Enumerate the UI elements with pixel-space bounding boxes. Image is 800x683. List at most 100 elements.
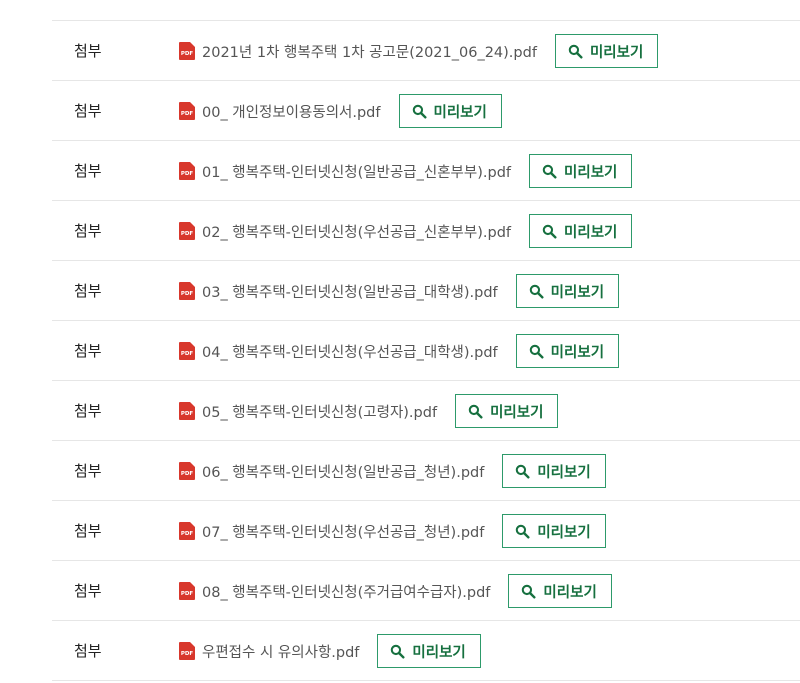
preview-button-label: 미리보기 <box>537 524 591 541</box>
attachment-row: 첨부 PDF 02_ 행복주택-인터넷신청(우선공급_신혼부부).pdf 미리보… <box>52 201 800 261</box>
attachment-label: 첨부 <box>74 222 102 240</box>
pdf-file-icon: PDF <box>179 522 195 540</box>
preview-button[interactable]: 미리보기 <box>515 334 620 368</box>
pdf-icon-text: PDF <box>180 470 194 477</box>
attachment-row: 첨부 PDF 00_ 개인정보이용동의서.pdf 미리보기 <box>52 81 800 141</box>
attachment-row: 첨부 PDF 우편접수 시 유의사항.pdf 미리보기 <box>52 621 800 681</box>
file-download-link[interactable]: 07_ 행복주택-인터넷신청(우선공급_청년).pdf <box>202 521 484 542</box>
preview-button-label: 미리보기 <box>550 344 605 361</box>
pdf-file-icon: PDF <box>179 402 195 420</box>
pdf-file-icon: PDF <box>179 42 195 60</box>
file-cell: PDF 06_ 행복주택-인터넷신청(일반공급_청년).pdf 미리보기 <box>179 441 606 501</box>
preview-button-label: 미리보기 <box>564 164 618 181</box>
file-download-link[interactable]: 05_ 행복주택-인터넷신청(고령자).pdf <box>202 401 437 422</box>
file-cell: PDF 03_ 행복주택-인터넷신청(일반공급_대학생).pdf 미리보기 <box>179 261 620 321</box>
file-cell: PDF 00_ 개인정보이용동의서.pdf 미리보기 <box>179 81 502 141</box>
preview-button[interactable]: 미리보기 <box>515 274 620 308</box>
preview-button-label: 미리보기 <box>412 644 466 661</box>
pdf-file-icon: PDF <box>179 642 195 660</box>
preview-button-label: 미리보기 <box>589 44 644 61</box>
search-icon <box>516 524 530 539</box>
pdf-icon-text: PDF <box>180 590 194 597</box>
search-icon <box>529 284 544 299</box>
attachment-label: 첨부 <box>74 582 102 600</box>
pdf-icon-text: PDF <box>180 530 194 537</box>
pdf-icon-text: PDF <box>180 290 194 297</box>
attachment-label: 첨부 <box>74 342 102 360</box>
preview-button[interactable]: 미리보기 <box>502 454 606 488</box>
preview-button-label: 미리보기 <box>543 584 597 601</box>
pdf-icon-text: PDF <box>180 170 194 177</box>
pdf-icon-text: PDF <box>180 650 194 657</box>
pdf-file-icon: PDF <box>179 282 195 300</box>
search-icon <box>542 164 557 179</box>
search-icon <box>468 404 483 419</box>
file-download-link[interactable]: 08_ 행복주택-인터넷신청(주거급여수급자).pdf <box>202 581 490 602</box>
file-cell: PDF 2021년 1차 행복주택 1차 공고문(2021_06_24).pdf… <box>179 21 659 81</box>
attachment-row: 첨부 PDF 06_ 행복주택-인터넷신청(일반공급_청년).pdf 미리보기 <box>52 441 800 501</box>
attachment-label: 첨부 <box>74 282 102 300</box>
file-download-link[interactable]: 우편접수 시 유의사항.pdf <box>202 641 359 662</box>
attachment-label: 첨부 <box>74 162 102 180</box>
pdf-file-icon: PDF <box>179 582 195 600</box>
file-cell: PDF 02_ 행복주택-인터넷신청(우선공급_신혼부부).pdf 미리보기 <box>179 201 633 261</box>
pdf-file-icon: PDF <box>179 162 195 180</box>
pdf-file-icon: PDF <box>179 462 195 480</box>
file-download-link[interactable]: 2021년 1차 행복주택 1차 공고문(2021_06_24).pdf <box>202 41 537 62</box>
attachment-label: 첨부 <box>74 42 102 60</box>
preview-button[interactable]: 미리보기 <box>377 634 481 668</box>
attachment-label: 첨부 <box>74 102 102 120</box>
attachment-list: 첨부 PDF 2021년 1차 행복주택 1차 공고문(2021_06_24).… <box>52 0 800 683</box>
preview-button-label: 미리보기 <box>564 224 618 241</box>
attachment-label: 첨부 <box>74 642 102 660</box>
file-download-link[interactable]: 01_ 행복주택-인터넷신청(일반공급_신혼부부).pdf <box>202 161 511 182</box>
preview-button[interactable]: 미리보기 <box>398 94 502 128</box>
file-cell: PDF 우편접수 시 유의사항.pdf 미리보기 <box>179 621 481 681</box>
pdf-file-icon: PDF <box>179 222 195 240</box>
preview-button[interactable]: 미리보기 <box>554 34 659 68</box>
pdf-icon-text: PDF <box>180 50 194 57</box>
pdf-icon-text: PDF <box>180 410 194 417</box>
file-cell: PDF 08_ 행복주택-인터넷신청(주거급여수급자).pdf 미리보기 <box>179 561 612 621</box>
preview-button[interactable]: 미리보기 <box>455 394 559 428</box>
file-cell: PDF 01_ 행복주택-인터넷신청(일반공급_신혼부부).pdf 미리보기 <box>179 141 633 201</box>
pdf-file-icon: PDF <box>179 102 195 120</box>
attachment-row: 첨부 PDF 08_ 행복주택-인터넷신청(주거급여수급자).pdf 미리보기 <box>52 561 800 621</box>
preview-button[interactable]: 미리보기 <box>508 574 612 608</box>
preview-button[interactable]: 미리보기 <box>502 514 606 548</box>
file-cell: PDF 04_ 행복주택-인터넷신청(우선공급_대학생).pdf 미리보기 <box>179 321 620 381</box>
preview-button-label: 미리보기 <box>537 464 591 481</box>
file-download-link[interactable]: 06_ 행복주택-인터넷신청(일반공급_청년).pdf <box>202 461 484 482</box>
attachment-row: 첨부 PDF 2021년 1차 행복주택 1차 공고문(2021_06_24).… <box>52 21 800 81</box>
attachment-label: 첨부 <box>74 402 102 420</box>
search-icon <box>542 224 557 239</box>
attachment-row: 첨부 PDF 03_ 행복주택-인터넷신청(일반공급_대학생).pdf 미리보기 <box>52 261 800 321</box>
search-icon <box>391 644 405 659</box>
pdf-file-icon: PDF <box>179 342 195 360</box>
file-cell: PDF 05_ 행복주택-인터넷신청(고령자).pdf 미리보기 <box>179 381 559 441</box>
preview-button[interactable]: 미리보기 <box>529 154 633 188</box>
attachment-row: 첨부 PDF 04_ 행복주택-인터넷신청(우선공급_대학생).pdf 미리보기 <box>52 321 800 381</box>
search-icon <box>522 584 536 599</box>
pdf-icon-text: PDF <box>180 110 194 117</box>
attachment-label: 첨부 <box>74 522 102 540</box>
search-icon <box>516 464 530 479</box>
pdf-icon-text: PDF <box>180 350 194 357</box>
preview-button-label: 미리보기 <box>490 404 544 421</box>
preview-button-label: 미리보기 <box>550 284 605 301</box>
file-download-link[interactable]: 04_ 행복주택-인터넷신청(우선공급_대학생).pdf <box>202 341 498 362</box>
preview-button[interactable]: 미리보기 <box>529 214 633 248</box>
preview-button-label: 미리보기 <box>433 104 487 121</box>
search-icon <box>529 344 544 359</box>
attachment-row: 첨부 PDF 01_ 행복주택-인터넷신청(일반공급_신혼부부).pdf 미리보… <box>52 141 800 201</box>
search-icon <box>568 44 583 59</box>
attachment-row: 첨부 PDF 07_ 행복주택-인터넷신청(우선공급_청년).pdf 미리보기 <box>52 501 800 561</box>
pdf-icon-text: PDF <box>180 230 194 237</box>
attachment-row: 첨부 PDF 05_ 행복주택-인터넷신청(고령자).pdf 미리보기 <box>52 381 800 441</box>
file-download-link[interactable]: 03_ 행복주택-인터넷신청(일반공급_대학생).pdf <box>202 281 498 302</box>
file-download-link[interactable]: 00_ 개인정보이용동의서.pdf <box>202 101 381 122</box>
file-cell: PDF 07_ 행복주택-인터넷신청(우선공급_청년).pdf 미리보기 <box>179 501 606 561</box>
search-icon <box>412 104 427 119</box>
attachment-label: 첨부 <box>74 462 102 480</box>
file-download-link[interactable]: 02_ 행복주택-인터넷신청(우선공급_신혼부부).pdf <box>202 221 511 242</box>
